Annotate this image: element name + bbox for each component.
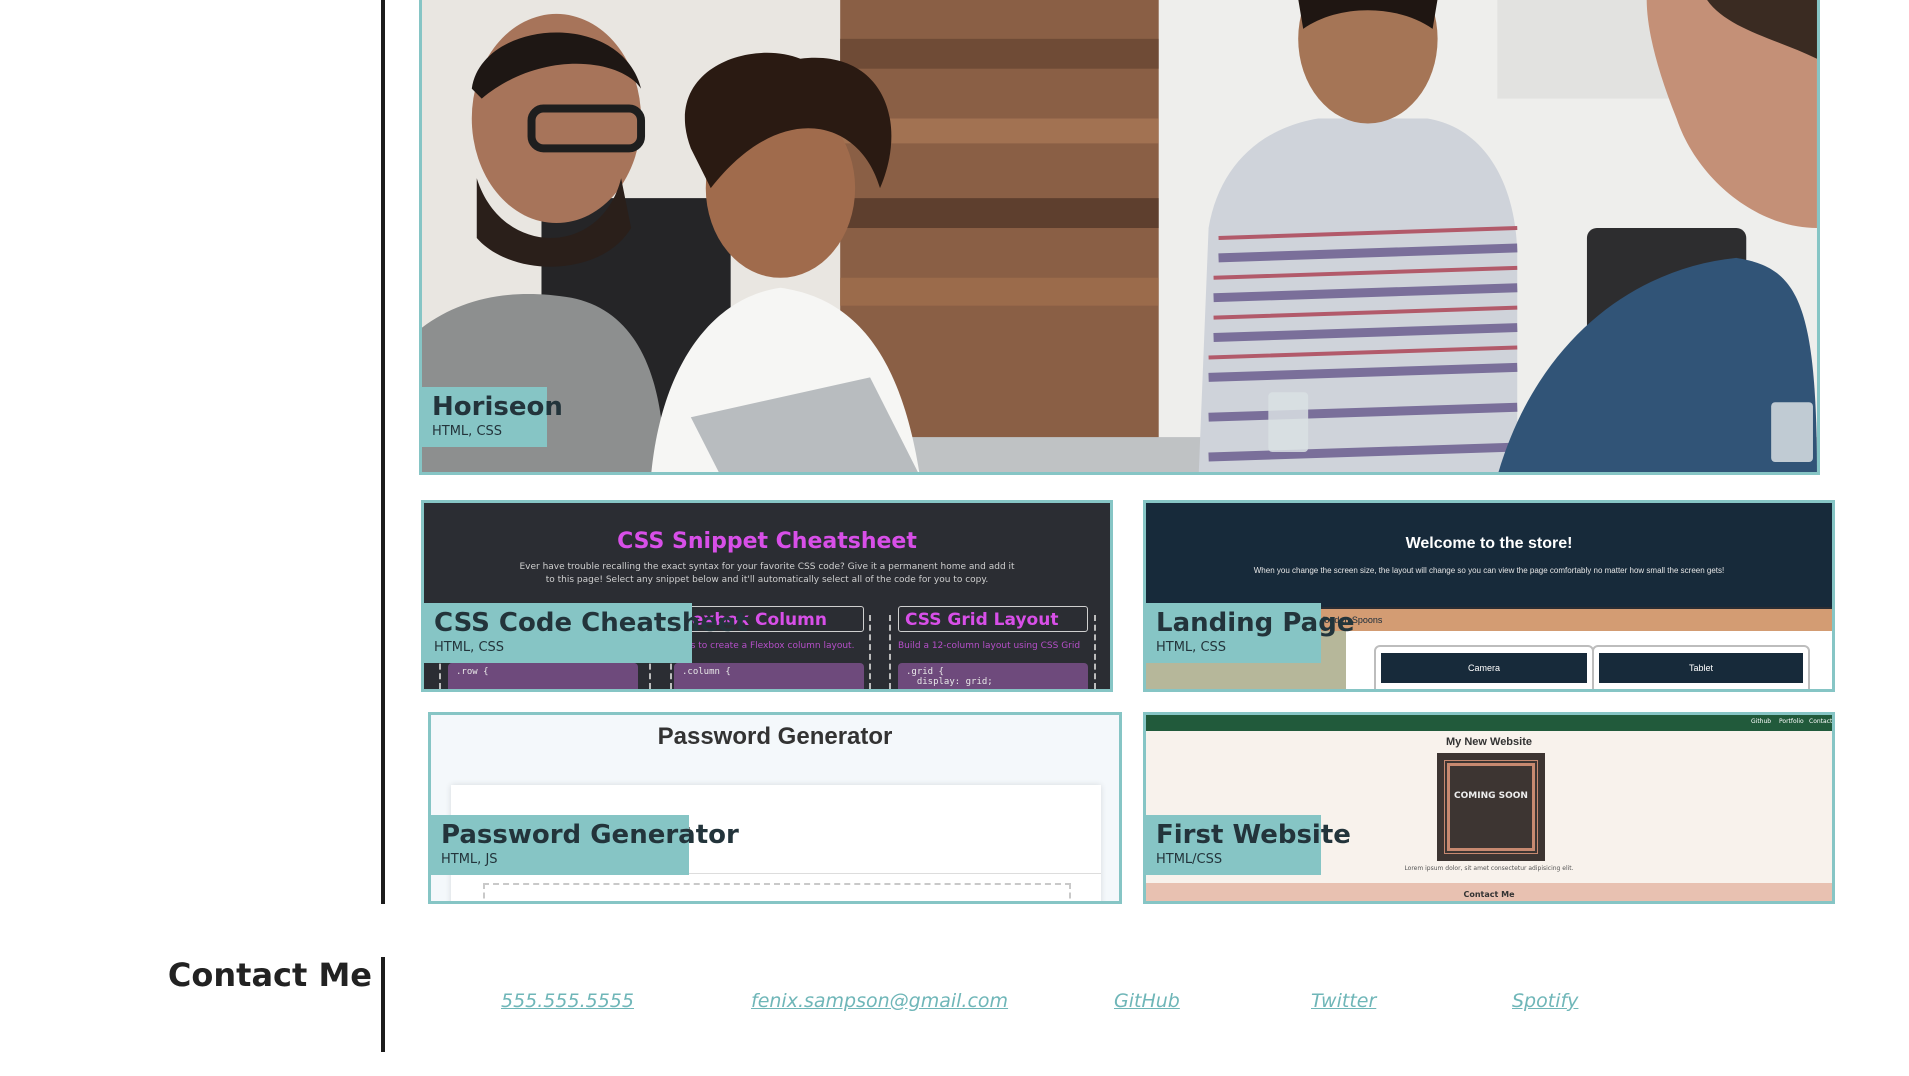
email-link[interactable]: fenix.sampson@gmail.com	[751, 990, 1008, 1012]
project-tech: HTML, JS	[441, 852, 498, 867]
snippet-code: .row {	[448, 663, 638, 689]
snippet-code: .column {	[674, 663, 864, 689]
project-tech: HTML, CSS	[434, 640, 505, 655]
preview-nav-item: Github	[1751, 718, 1772, 725]
project-label: CSS Code Cheatsheet HTML, CSS	[424, 603, 749, 663]
dashed-divider	[1094, 615, 1096, 689]
project-label: Horiseon HTML, CSS	[422, 387, 563, 447]
contact-heading: Contact Me	[167, 956, 372, 994]
preview-footer: Contact Me	[1146, 883, 1832, 901]
dashed-divider	[869, 615, 871, 689]
preview-description: Ever have trouble recalling the exact sy…	[519, 562, 1015, 585]
team-meeting-photo	[422, 0, 1817, 472]
preview-heading: Password Generator	[657, 723, 893, 750]
project-tech: HTML, CSS	[1156, 640, 1227, 655]
project-label: Password Generator HTML, JS	[431, 815, 739, 875]
project-title: CSS Code Cheatsheet	[434, 608, 749, 638]
project-tech: HTML, CSS	[432, 424, 503, 439]
project-card-first-website[interactable]: Github Portfolio Contact My New Website …	[1143, 712, 1835, 904]
project-title: Landing Page	[1156, 608, 1355, 638]
phone-link[interactable]: 555.555.5555	[501, 990, 634, 1012]
preview-nav-item: Portfolio	[1779, 718, 1804, 725]
spotify-link[interactable]: Spotify	[1512, 990, 1578, 1012]
snippet-subtext: this to create a Flexbox column layout.	[679, 641, 855, 651]
preview-heading: Welcome to the store!	[1405, 535, 1573, 552]
snippet-box: CSS Grid Layout	[898, 606, 1088, 632]
preview-nav: Github Portfolio Contact	[1146, 715, 1832, 731]
preview-textarea	[483, 883, 1071, 901]
project-card-horiseon[interactable]: Horiseon HTML, CSS	[419, 0, 1820, 475]
preview-product-label: Camera	[1381, 653, 1587, 683]
snippet-subtext: Build a 12-column layout using CSS Grid	[898, 641, 1081, 651]
project-label: First Website HTML/CSS	[1146, 815, 1351, 875]
preview-description: When you change the screen size, the lay…	[1253, 566, 1725, 575]
section-divider	[381, 0, 385, 904]
github-link[interactable]: GitHub	[1114, 990, 1180, 1012]
twitter-link[interactable]: Twitter	[1311, 990, 1376, 1012]
preview-product-card: Tablet	[1592, 645, 1810, 689]
coming-soon-image: COMING SOON	[1437, 753, 1545, 861]
preview-nav-item: Contact	[1809, 718, 1833, 725]
project-card-css-cheatsheet[interactable]: CSS Snippet Cheatsheet Ever have trouble…	[421, 500, 1113, 692]
project-card-landing-page[interactable]: Welcome to the store! When you change th…	[1143, 500, 1835, 692]
preview-heading: My New Website	[1446, 736, 1532, 748]
project-tech: HTML/CSS	[1156, 852, 1223, 867]
coming-soon-text: COMING SOON	[1454, 791, 1528, 801]
project-title: Password Generator	[441, 820, 739, 850]
preview-header	[1146, 503, 1832, 607]
preview-product-label: Tablet	[1599, 653, 1803, 683]
project-label: Landing Page HTML, CSS	[1146, 603, 1355, 663]
snippet-code: .grid { display: grid;	[898, 663, 1088, 689]
contact-divider	[381, 957, 385, 1052]
preview-product-card: Camera	[1374, 645, 1594, 689]
project-title: First Website	[1156, 820, 1351, 850]
preview-heading: CSS Snippet Cheatsheet	[617, 529, 917, 554]
dashed-divider	[889, 615, 891, 689]
project-card-password-generator[interactable]: Password Generator rd Password Generator…	[428, 712, 1122, 904]
project-title: Horiseon	[432, 392, 563, 422]
